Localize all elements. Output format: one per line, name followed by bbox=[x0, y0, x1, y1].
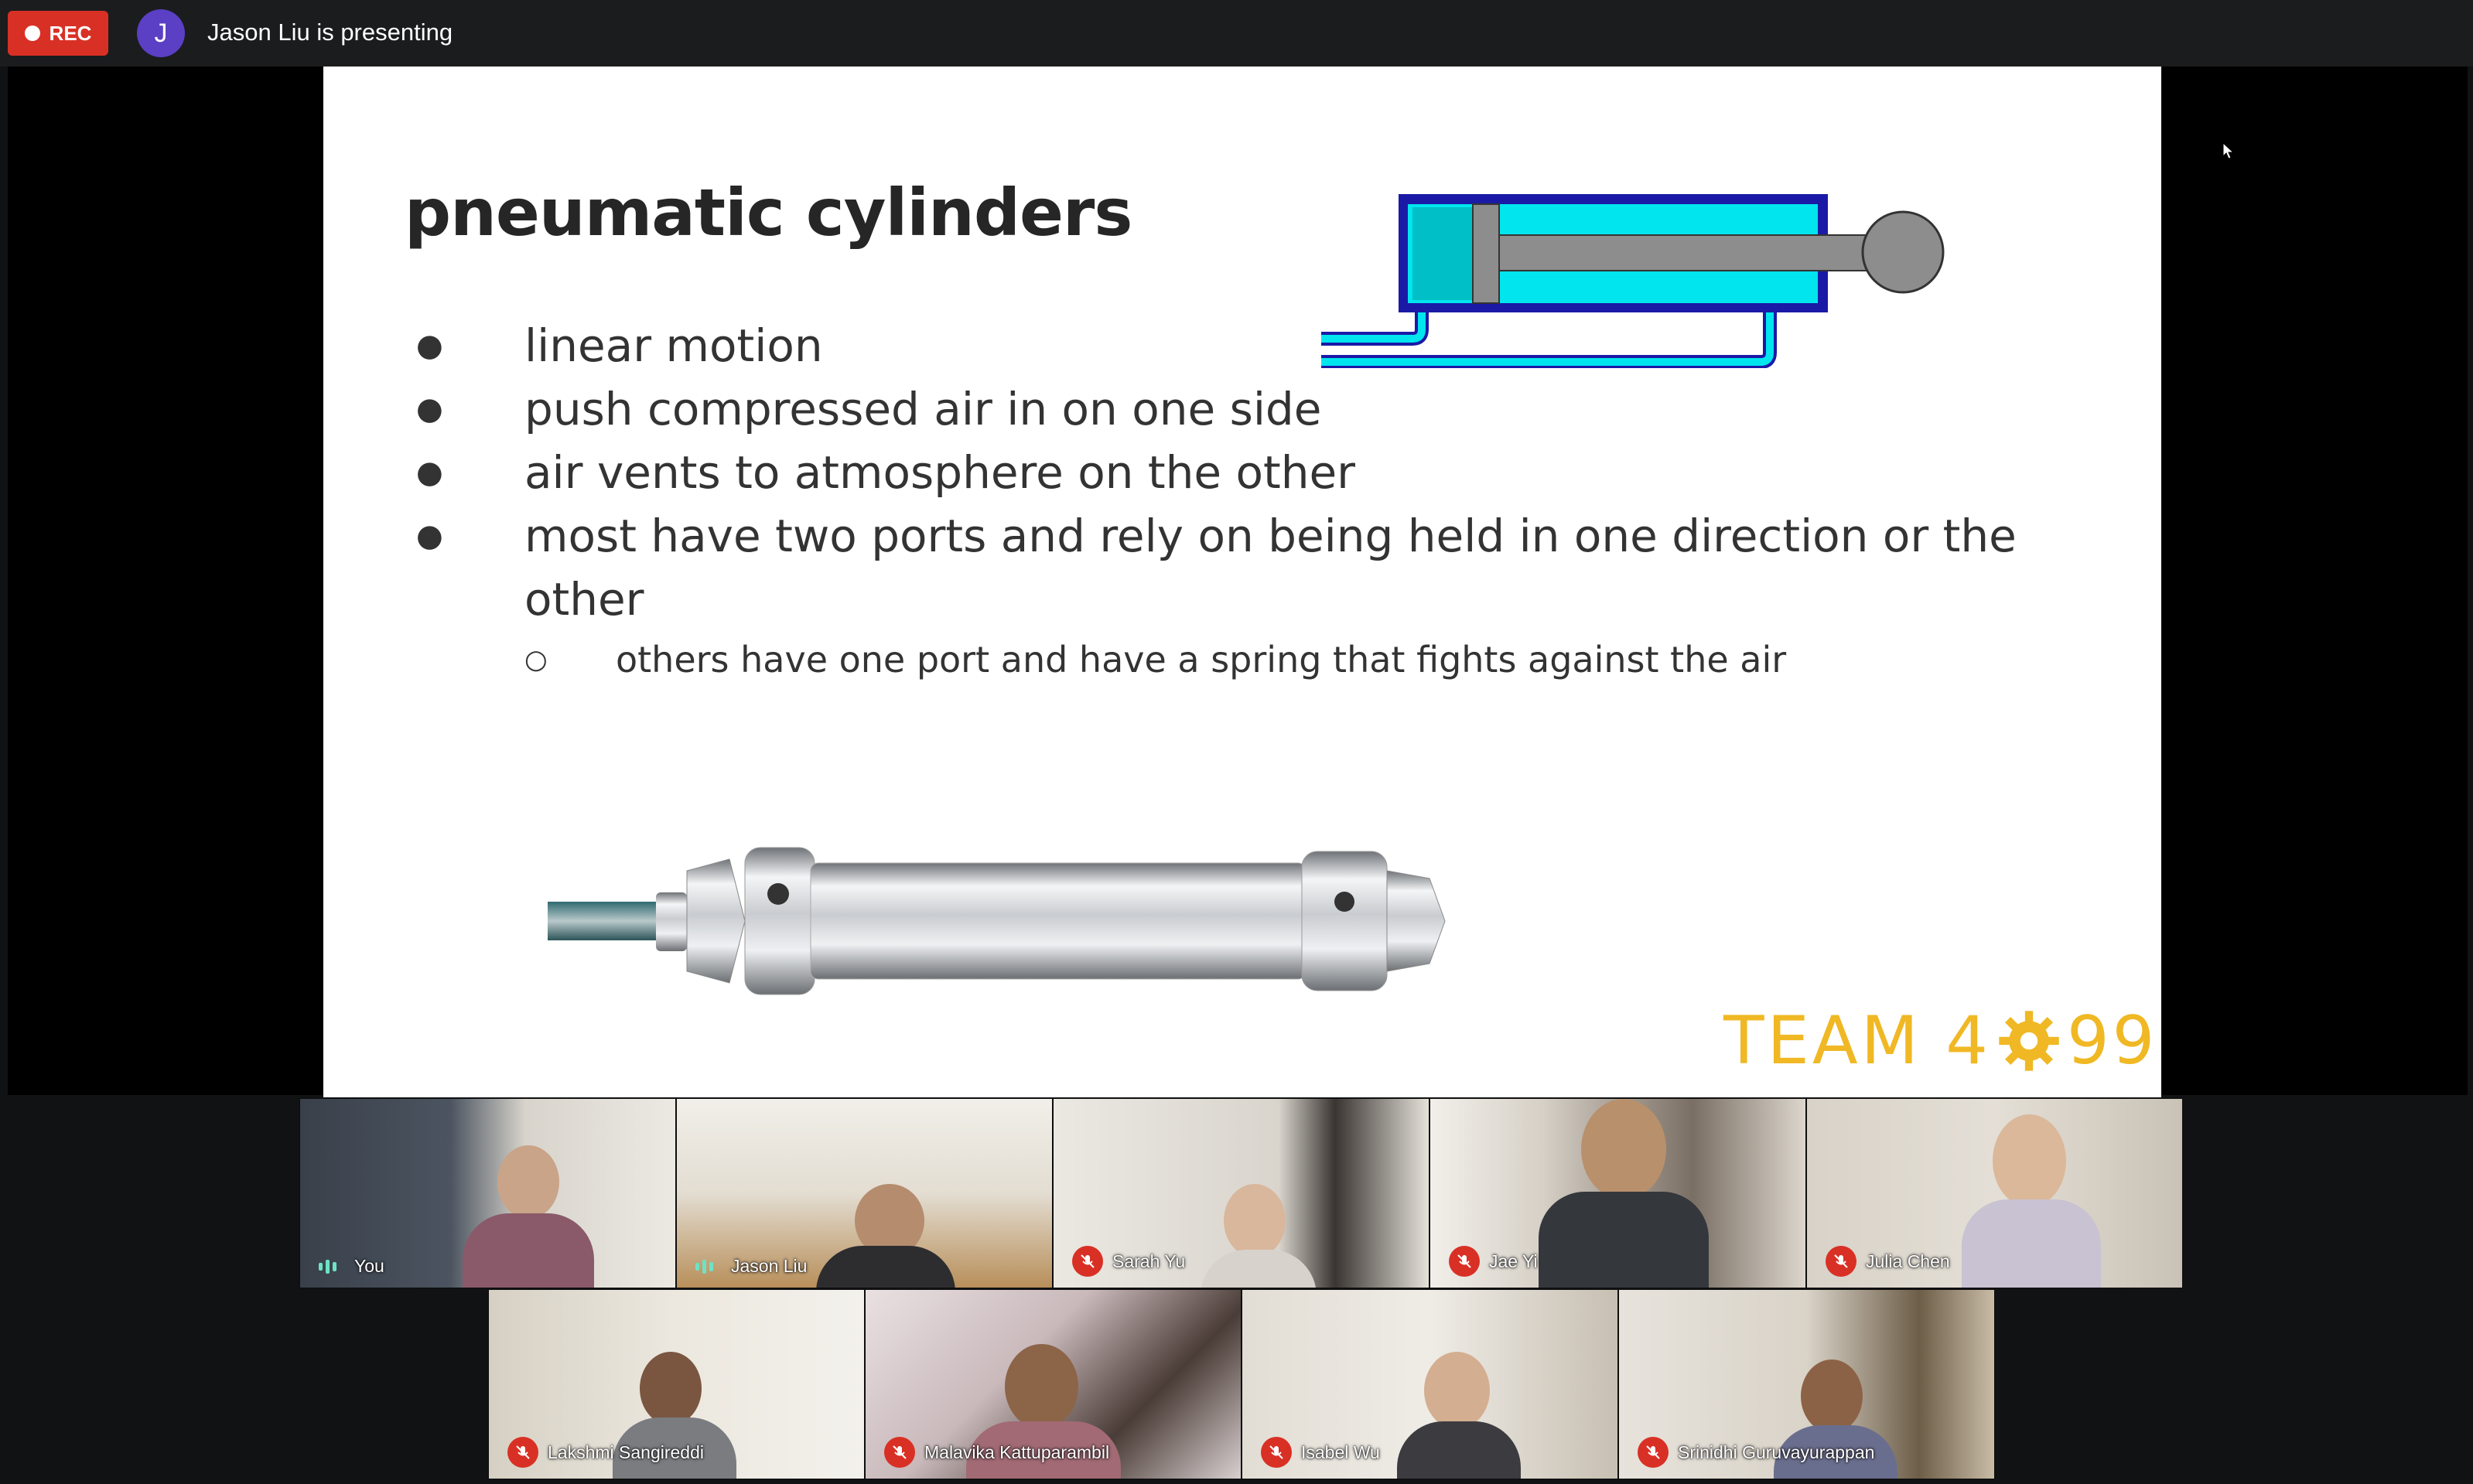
participant-tile[interactable]: Jason Liu bbox=[676, 1098, 1053, 1288]
record-dot-icon bbox=[24, 26, 40, 41]
team-logo-suffix: 99 bbox=[2066, 1002, 2158, 1080]
mic-off-icon bbox=[1826, 1246, 1856, 1277]
mic-off-icon bbox=[1449, 1246, 1480, 1277]
participant-name: Julia Chen bbox=[1866, 1250, 1950, 1271]
mic-off-icon bbox=[884, 1437, 915, 1468]
participant-tile[interactable]: Isabel Wu bbox=[1242, 1289, 1618, 1479]
participant-tile[interactable]: You bbox=[299, 1098, 676, 1288]
mic-off-icon bbox=[507, 1437, 538, 1468]
mic-off-icon bbox=[1072, 1246, 1103, 1277]
cylinder-photo bbox=[548, 847, 1446, 995]
participant-name-tag: Jason Liu bbox=[695, 1256, 807, 1277]
audio-level-icon bbox=[319, 1258, 345, 1275]
participant-name-tag: Srinidhi Guruvayurappan bbox=[1638, 1437, 1874, 1468]
participant-name-tag: You bbox=[319, 1256, 384, 1277]
participant-name: Srinidhi Guruvayurappan bbox=[1678, 1441, 1875, 1462]
participant-name: Malavika Kattuparambil bbox=[924, 1441, 1110, 1462]
participant-name-tag: Isabel Wu bbox=[1261, 1437, 1380, 1468]
bullet-item: push compressed air in on one side bbox=[416, 377, 2102, 441]
participant-name-tag: Malavika Kattuparambil bbox=[884, 1437, 1109, 1468]
mouse-pointer-icon bbox=[2222, 142, 2235, 159]
participant-name: Isabel Wu bbox=[1301, 1441, 1380, 1462]
participant-name: Jason Liu bbox=[731, 1256, 808, 1276]
participant-name: Lakshmi Sangireddi bbox=[548, 1441, 705, 1462]
bullet-list: linear motion push compressed air in on … bbox=[416, 314, 2102, 687]
mic-off-icon bbox=[1638, 1437, 1669, 1468]
participant-tile[interactable]: Malavika Kattuparambil bbox=[865, 1289, 1242, 1479]
participant-name: Jae Yi bbox=[1489, 1250, 1538, 1271]
participant-tile[interactable]: Julia Chen bbox=[1806, 1098, 2183, 1288]
gear-icon bbox=[1999, 1011, 2059, 1071]
participant-tile[interactable]: Srinidhi Guruvayurappan bbox=[1618, 1289, 1995, 1479]
team-logo-prefix: TEAM 4 bbox=[1723, 1002, 1991, 1080]
shared-slide: pneumatic cylinders linear motion push c… bbox=[323, 67, 2161, 1097]
presenting-status: Jason Liu is presenting bbox=[207, 19, 453, 46]
recording-label: REC bbox=[49, 21, 92, 45]
participant-name-tag: Julia Chen bbox=[1826, 1246, 1950, 1277]
bullet-item: linear motion bbox=[416, 314, 2102, 377]
participant-name: You bbox=[354, 1256, 384, 1276]
audio-level-icon bbox=[695, 1258, 722, 1275]
participant-tile[interactable]: Lakshmi Sangireddi bbox=[488, 1289, 865, 1479]
participant-tile[interactable]: Jae Yi bbox=[1429, 1098, 1806, 1288]
participant-name-tag: Jae Yi bbox=[1449, 1246, 1538, 1277]
participant-tile[interactable]: Sarah Yu bbox=[1053, 1098, 1429, 1288]
sub-bullet-item: others have one port and have a spring t… bbox=[416, 633, 2102, 687]
participant-name: Sarah Yu bbox=[1112, 1250, 1186, 1271]
top-bar: REC J Jason Liu is presenting bbox=[0, 0, 2473, 67]
bullet-item: air vents to atmosphere on the other bbox=[416, 441, 2102, 504]
bullet-item: most have two ports and rely on being he… bbox=[416, 504, 2102, 631]
recording-badge[interactable]: REC bbox=[8, 11, 108, 56]
slide-title: pneumatic cylinders bbox=[405, 175, 1132, 251]
mic-off-icon bbox=[1261, 1437, 1292, 1468]
participant-name-tag: Lakshmi Sangireddi bbox=[507, 1437, 704, 1468]
participant-name-tag: Sarah Yu bbox=[1072, 1246, 1185, 1277]
team-logo: TEAM 4 99 bbox=[1723, 1002, 2157, 1080]
presenter-avatar: J bbox=[137, 9, 185, 57]
